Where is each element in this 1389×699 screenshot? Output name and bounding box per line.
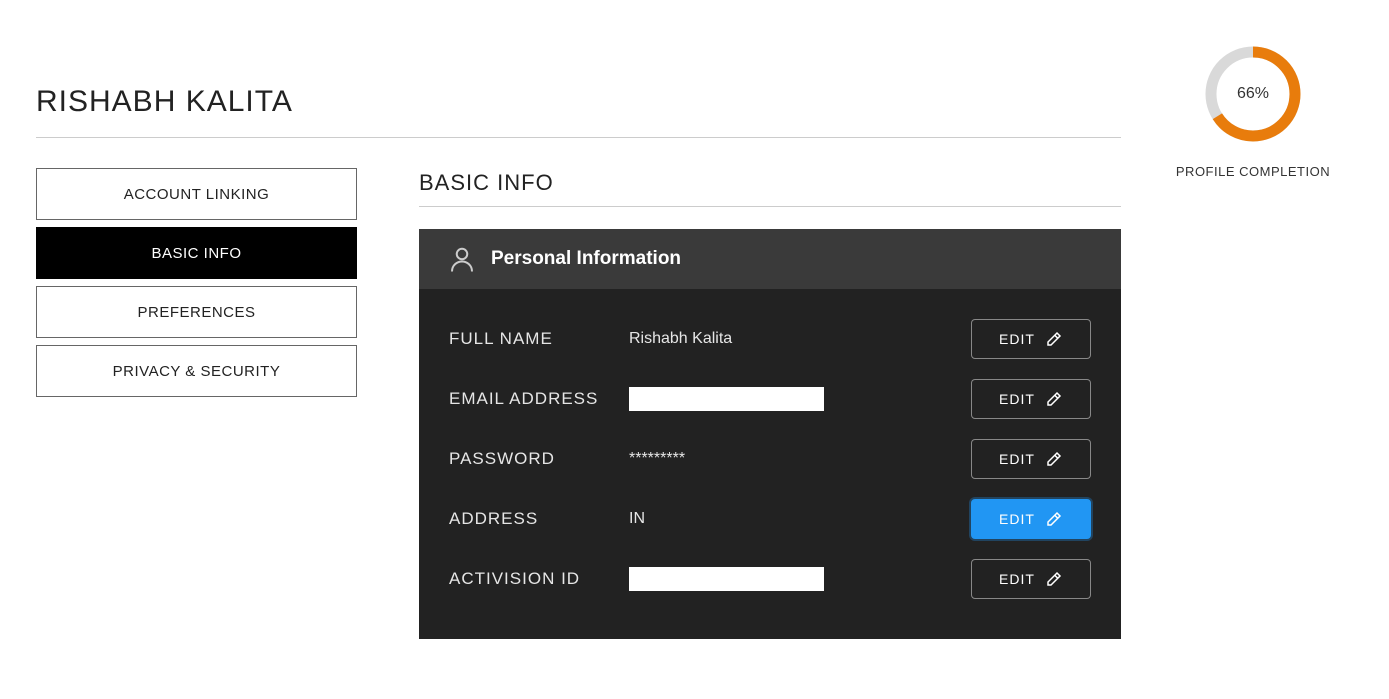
sidebar: ACCOUNT LINKING BASIC INFO PREFERENCES P… [36,168,357,404]
sidebar-item-account-linking[interactable]: ACCOUNT LINKING [36,168,357,220]
edit-full-name-button[interactable]: EDIT [971,319,1091,359]
profile-completion: 66% PROFILE COMPLETION [1153,30,1353,179]
value-password: ********* [629,450,971,468]
row-activision-id: ACTIVISION ID EDIT [449,549,1091,609]
person-icon [447,244,477,274]
sidebar-item-privacy-security[interactable]: PRIVACY & SECURITY [36,345,357,397]
edit-activision-button[interactable]: EDIT [971,559,1091,599]
row-address: ADDRESS IN EDIT [449,489,1091,549]
row-password: PASSWORD ********* EDIT [449,429,1091,489]
edit-label: EDIT [999,331,1035,347]
edit-icon [1045,570,1063,588]
edit-address-button[interactable]: EDIT [971,499,1091,539]
value-address: IN [629,510,971,528]
page-title: RISHABH KALITA [36,85,1121,138]
edit-icon [1045,390,1063,408]
label-address: ADDRESS [449,509,629,529]
sidebar-item-basic-info[interactable]: BASIC INFO [36,227,357,279]
sidebar-item-preferences[interactable]: PREFERENCES [36,286,357,338]
value-email-masked [629,387,824,411]
edit-icon [1045,330,1063,348]
edit-label: EDIT [999,451,1035,467]
edit-label: EDIT [999,511,1035,527]
row-full-name: FULL NAME Rishabh Kalita EDIT [449,309,1091,369]
edit-password-button[interactable]: EDIT [971,439,1091,479]
edit-icon [1045,450,1063,468]
personal-info-panel: Personal Information FULL NAME Rishabh K… [419,229,1121,639]
edit-label: EDIT [999,391,1035,407]
value-full-name: Rishabh Kalita [629,330,971,348]
label-activision-id: ACTIVISION ID [449,569,629,589]
label-full-name: FULL NAME [449,329,629,349]
edit-email-button[interactable]: EDIT [971,379,1091,419]
section-heading: BASIC INFO [419,170,1121,207]
edit-label: EDIT [999,571,1035,587]
label-email: EMAIL ADDRESS [449,389,629,409]
label-password: PASSWORD [449,449,629,469]
completion-percent: 66% [1203,44,1303,144]
panel-header: Personal Information [419,229,1121,289]
panel-title: Personal Information [491,248,681,270]
edit-icon [1045,510,1063,528]
completion-caption: PROFILE COMPLETION [1153,164,1353,179]
row-email: EMAIL ADDRESS EDIT [449,369,1091,429]
value-activision-masked [629,567,824,591]
